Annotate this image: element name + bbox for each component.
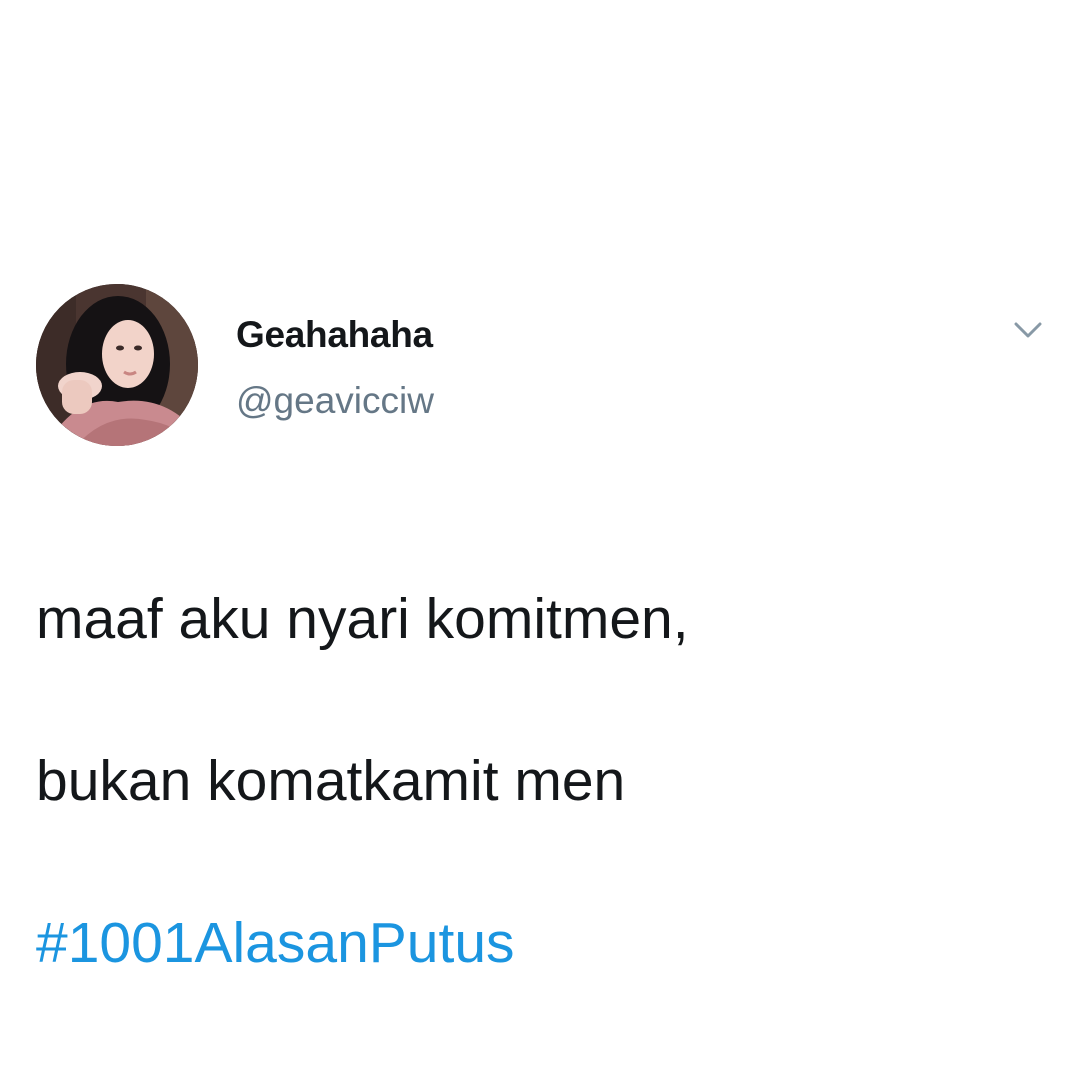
avatar[interactable] (36, 284, 198, 446)
user-handle[interactable]: @geavicciw (236, 380, 434, 422)
tweet-text: maaf aku nyari komitmen, bukan komatkami… (36, 498, 1048, 1065)
tweet-text-line: bukan komatkamit men (36, 749, 626, 813)
avatar-photo (36, 284, 198, 446)
tweet-header: Geahahaha @geavicciw (36, 284, 1048, 446)
chevron-down-icon[interactable] (1012, 314, 1044, 346)
tweet-card: Geahahaha @geavicciw maaf aku nyari komi… (36, 284, 1048, 1065)
hashtag-link[interactable]: #1001AlasanPutus (36, 903, 1048, 984)
display-name[interactable]: Geahahaha (236, 314, 433, 356)
tweet-text-line: maaf aku nyari komitmen, (36, 587, 689, 651)
